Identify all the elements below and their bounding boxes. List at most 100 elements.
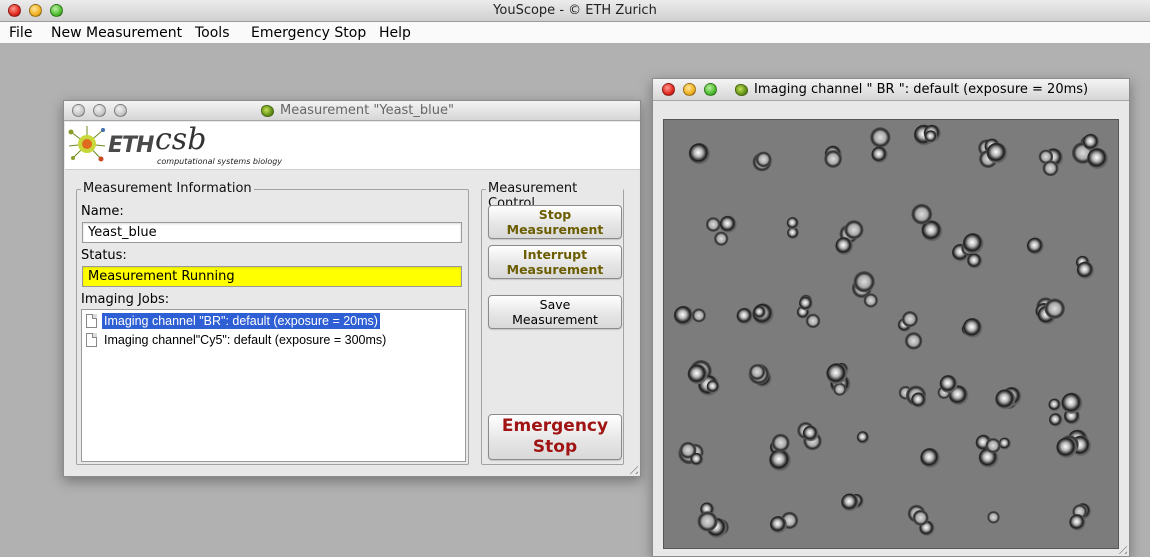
measurement-close-button[interactable] — [72, 104, 85, 117]
yeast-cell — [673, 305, 694, 326]
yeast-cell — [706, 380, 720, 394]
yeast-cell — [1026, 237, 1044, 255]
yeast-cell — [1087, 148, 1109, 169]
yeast-cell — [1076, 261, 1094, 279]
yeast-cell — [987, 511, 1000, 524]
name-field[interactable]: Yeast_blue — [82, 222, 462, 243]
yeast-cell — [755, 151, 772, 168]
youscope-app-icon — [261, 105, 274, 117]
yeast-cell — [841, 493, 859, 512]
imaging-channel-window: Imaging channel " BR ": default (exposur… — [652, 78, 1130, 557]
stop-button-line2: Measurement — [506, 222, 604, 237]
yeast-cell — [691, 308, 706, 323]
job-label-selected[interactable]: Imaging channel "BR": default (exposure … — [102, 313, 380, 329]
image-minimize-button[interactable] — [683, 83, 696, 96]
menu-help[interactable]: Help — [379, 25, 411, 41]
menubar: File New Measurement Tools Emergency Sto… — [0, 22, 1150, 44]
yeast-cell — [824, 150, 842, 168]
yeast-cell — [1061, 392, 1083, 414]
stop-measurement-button[interactable]: Stop Measurement — [488, 205, 622, 239]
yeast-cell — [697, 511, 718, 532]
image-close-button[interactable] — [662, 83, 675, 96]
resize-grip-icon[interactable] — [626, 462, 638, 474]
document-icon — [86, 314, 97, 328]
yeast-cell — [998, 437, 1011, 450]
logo-network-icon — [68, 126, 106, 162]
yeast-cell — [1082, 133, 1100, 151]
yeast-cell — [805, 313, 821, 329]
yeast-cell — [736, 307, 753, 325]
stop-button-line1: Stop — [538, 207, 572, 222]
yeast-cell — [802, 425, 819, 442]
job-label[interactable]: Imaging channel"Cy5": default (exposure … — [102, 332, 388, 348]
yeast-cell — [901, 311, 918, 328]
measurement-zoom-button[interactable] — [114, 104, 127, 117]
emergency-stop-button[interactable]: Emergency Stop — [488, 414, 622, 460]
yeast-cell — [911, 392, 927, 408]
yeast-cell — [911, 203, 933, 225]
yeast-cell — [939, 375, 958, 393]
imaging-window-titlebar[interactable]: Imaging channel " BR ": default (exposur… — [653, 79, 1129, 101]
menu-tools[interactable]: Tools — [195, 25, 230, 41]
yeast-cell — [769, 449, 791, 471]
app-title: YouScope - © ETH Zurich — [493, 3, 657, 18]
yeast-cell — [844, 220, 864, 240]
status-field: Measurement Running — [82, 266, 462, 287]
yeast-cell — [1069, 514, 1086, 531]
logo-eth-text: ETH — [108, 133, 154, 158]
measurement-minimize-button[interactable] — [93, 104, 106, 117]
yeast-cell — [719, 215, 737, 233]
interrupt-button-line1: Interrupt — [522, 247, 588, 262]
yeast-cell — [904, 332, 923, 350]
yeast-cell — [995, 389, 1016, 410]
yeast-cell — [986, 142, 1008, 164]
yeast-cell — [985, 437, 1001, 454]
yeast-cell — [920, 448, 940, 468]
yeast-cell — [826, 363, 848, 385]
yeast-cell — [1056, 437, 1077, 458]
yeast-cell — [870, 127, 891, 148]
yeast-cell — [798, 296, 813, 311]
save-measurement-button[interactable]: Save Measurement — [488, 295, 622, 329]
measurement-information-title: Measurement Information — [81, 181, 254, 196]
app-titlebar: YouScope - © ETH Zurich — [0, 0, 1150, 22]
emergency-button-line2: Stop — [532, 437, 578, 457]
measurement-information-group: Measurement Information Name: Yeast_blue… — [76, 181, 469, 465]
measurement-window: Measurement "Yeast_blue" ETH csb computa… — [63, 100, 641, 477]
imaging-window-title: Imaging channel " BR ": default (exposur… — [754, 82, 1089, 97]
logo-subtitle: computational systems biology — [157, 157, 283, 166]
yeast-cell — [967, 253, 983, 269]
imaging-jobs-list[interactable]: Imaging channel "BR": default (exposure … — [81, 309, 466, 462]
yeast-cell — [690, 452, 704, 466]
document-icon — [86, 333, 97, 347]
yeast-cell — [912, 509, 929, 526]
yeast-cell — [771, 433, 790, 452]
measurement-window-titlebar[interactable]: Measurement "Yeast_blue" — [64, 101, 640, 121]
yeast-cell — [714, 231, 729, 246]
yeast-cell — [786, 217, 799, 230]
yeast-cell — [962, 233, 984, 254]
interrupt-measurement-button[interactable]: Interrupt Measurement — [488, 245, 622, 279]
yeast-cell — [962, 317, 983, 338]
menu-file[interactable]: File — [9, 25, 32, 41]
yeast-cell — [856, 431, 870, 444]
youscope-app-icon — [735, 84, 748, 96]
yeast-cell — [705, 217, 721, 232]
image-zoom-button[interactable] — [704, 83, 717, 96]
microscopy-image[interactable] — [663, 119, 1119, 549]
yeast-cell — [749, 363, 766, 380]
save-button-line2: Measurement — [512, 312, 598, 327]
yeast-cell — [688, 143, 710, 165]
measurement-control-group: Measurement Control Stop Measurement Int… — [481, 181, 624, 465]
yeast-cell — [1042, 160, 1059, 177]
yeast-cell — [1044, 298, 1065, 319]
menu-emergency-stop[interactable]: Emergency Stop — [251, 25, 366, 41]
yeast-cell — [1048, 413, 1063, 427]
status-label: Status: — [81, 248, 127, 263]
eth-csb-logo: ETH csb computational systems biology — [65, 122, 640, 170]
logo-csb-text: csb — [155, 122, 207, 157]
yeast-cell — [863, 293, 878, 308]
menu-new-measurement[interactable]: New Measurement — [51, 25, 182, 41]
yeast-cell — [924, 130, 938, 143]
yeast-cell — [753, 306, 766, 319]
